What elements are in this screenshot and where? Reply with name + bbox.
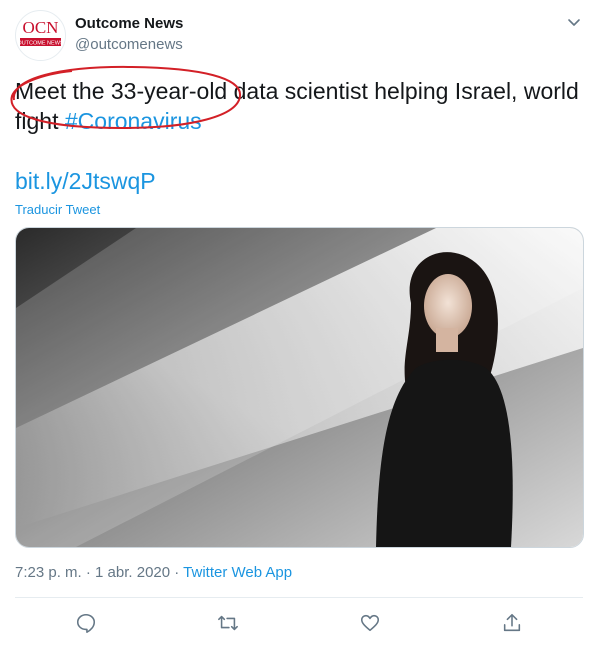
retweet-icon[interactable] <box>215 610 241 636</box>
hashtag-link[interactable]: #Coronavirus <box>65 108 202 134</box>
heart-icon[interactable] <box>357 610 383 636</box>
chevron-down-icon[interactable] <box>564 12 584 32</box>
author-handle[interactable]: @outcomenews <box>75 36 183 53</box>
tweet-text-line1: Meet the 33-year-old data scientist help… <box>15 78 579 104</box>
timestamp[interactable]: 7:23 p. m. · 1 abr. 2020 <box>15 564 170 581</box>
meta-separator: · <box>170 564 184 581</box>
shortened-url-link[interactable]: bit.ly/2JtswqP <box>15 168 156 195</box>
avatar-logo-text: OCN <box>23 18 59 37</box>
tweet-photo[interactable] <box>15 227 584 548</box>
action-bar <box>0 610 598 636</box>
avatar-logo-subtext: OUTCOME NEWS <box>17 41 63 47</box>
translate-tweet-link[interactable]: Traducir Tweet <box>15 202 100 217</box>
share-icon[interactable] <box>499 610 525 636</box>
tweet-meta: 7:23 p. m. · 1 abr. 2020 · Twitter Web A… <box>15 564 292 581</box>
author-name[interactable]: Outcome News <box>75 15 183 32</box>
reply-icon[interactable] <box>73 610 99 636</box>
divider <box>15 597 583 598</box>
tweet-text-line2: fight <box>15 108 65 134</box>
avatar[interactable]: OCN OUTCOME NEWS <box>15 10 66 61</box>
source-app[interactable]: Twitter Web App <box>183 564 292 581</box>
tweet-text: Meet the 33-year-old data scientist help… <box>15 76 590 136</box>
